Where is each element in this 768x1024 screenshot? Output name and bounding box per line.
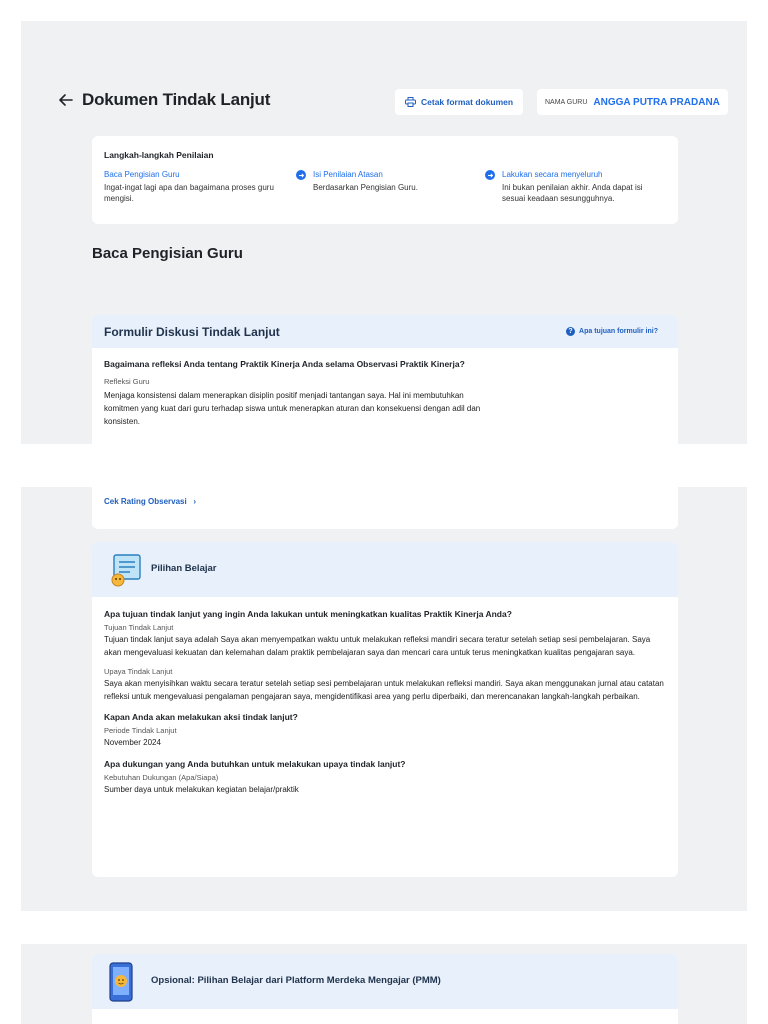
effort-label: Upaya Tindak Lanjut xyxy=(104,667,173,676)
mobile-app-icon xyxy=(109,962,133,1002)
support-answer: Sumber daya untuk melakukan kegiatan bel… xyxy=(104,784,299,794)
question-icon: ? xyxy=(566,327,576,336)
support-question: Apa dukungan yang Anda butuhkan untuk me… xyxy=(104,758,406,769)
check-rating-label: Cek Rating Observasi xyxy=(104,497,187,506)
pmm-card: Opsional: Pilihan Belajar dari Platform … xyxy=(92,954,678,1024)
form-header: Formulir Diskusi Tindak Lanjut ? Apa tuj… xyxy=(92,315,678,348)
form-title: Formulir Diskusi Tindak Lanjut xyxy=(104,325,280,339)
print-document-button[interactable]: Cetak format dokumen xyxy=(395,89,524,115)
learning-options-header: Pilihan Belajar xyxy=(92,542,678,597)
pmm-panel: Opsional: Pilihan Belajar dari Platform … xyxy=(21,944,747,1024)
goal-answer: Tujuan tindak lanjut saya adalah Saya ak… xyxy=(104,635,651,657)
goal-question: Apa tujuan tindak lanjut yang ingin Anda… xyxy=(104,609,512,619)
assessment-steps-card: Langkah-langkah Penilaian Baca Pengisian… xyxy=(92,136,678,224)
learning-options-card: Pilihan Belajar Apa tujuan tindak lanjut… xyxy=(92,542,678,877)
period-answer: November 2024 xyxy=(104,738,161,747)
teacher-name: ANGGA PUTRA PRADANA xyxy=(593,96,720,108)
form-help-label: Apa tujuan formulir ini? xyxy=(579,328,658,335)
learning-options-title: Pilihan Belajar xyxy=(151,563,217,574)
step-2: Isi Penilaian Atasan Berdasarkan Pengisi… xyxy=(296,170,489,193)
print-document-label: Cetak format dokumen xyxy=(421,97,514,107)
chevron-right-icon: › xyxy=(188,497,197,506)
follow-up-form-card: Formulir Diskusi Tindak Lanjut ? Apa tuj… xyxy=(92,315,678,444)
learning-panel: Cek Rating Observasi › Pilihan Belajar A… xyxy=(21,487,747,911)
reflection-label: Refleksi Guru xyxy=(104,377,150,386)
reflection-question-block: Bagaimana refleksi Anda tentang Praktik … xyxy=(104,359,484,428)
steps-title: Langkah-langkah Penilaian xyxy=(104,150,214,160)
step-3-description: Ini bukan penilaian akhir. Anda dapat is… xyxy=(502,183,643,203)
page-title: Dokumen Tindak Lanjut xyxy=(82,90,271,109)
pmm-title: Opsional: Pilihan Belajar dari Platform … xyxy=(151,975,441,986)
rating-card: Cek Rating Observasi › xyxy=(92,487,678,529)
step-3: Lakukan secara menyeluruh Ini bukan peni… xyxy=(485,170,667,204)
printer-icon xyxy=(405,97,416,107)
arrow-circle-icon xyxy=(485,170,495,180)
learning-options-body: Apa tujuan tindak lanjut yang ingin Anda… xyxy=(104,609,664,796)
check-rating-link[interactable]: Cek Rating Observasi › xyxy=(104,497,196,506)
pmm-header: Opsional: Pilihan Belajar dari Platform … xyxy=(92,954,678,1009)
step-1-description: Ingat-ingat lagi apa dan bagaimana prose… xyxy=(104,183,274,203)
step-3-link[interactable]: Lakukan secara menyeluruh xyxy=(502,170,667,179)
teacher-info: NAMA GURU ANGGA PUTRA PRADANA xyxy=(537,89,728,115)
reflection-question: Bagaimana refleksi Anda tentang Praktik … xyxy=(104,359,465,369)
period-label: Periode Tindak Lanjut xyxy=(104,726,177,735)
support-label: Kebutuhan Dukungan (Apa/Siapa) xyxy=(104,772,219,782)
period-question: Kapan Anda akan melakukan aksi tindak la… xyxy=(104,712,298,722)
effort-answer: Saya akan menyisihkan waktu secara terat… xyxy=(104,679,664,701)
arrow-circle-icon xyxy=(296,170,306,180)
section-title: Baca Pengisian Guru xyxy=(92,245,243,262)
form-help-link[interactable]: ? Apa tujuan formulir ini? xyxy=(566,327,658,336)
step-1-link[interactable]: Baca Pengisian Guru xyxy=(104,170,280,179)
header-panel: Dokumen Tindak Lanjut Cetak format dokum… xyxy=(21,21,747,444)
step-1: Baca Pengisian Guru Ingat-ingat lagi apa… xyxy=(104,170,280,204)
teacher-label: NAMA GURU xyxy=(545,98,588,106)
reflection-answer: Menjaga konsistensi dalam menerapkan dis… xyxy=(104,391,481,426)
step-2-description: Berdasarkan Pengisian Guru. xyxy=(313,183,418,192)
certificate-icon xyxy=(111,554,141,587)
step-2-link[interactable]: Isi Penilaian Atasan xyxy=(313,170,489,179)
back-arrow-icon[interactable] xyxy=(57,91,75,109)
goal-label: Tujuan Tindak Lanjut xyxy=(104,623,174,632)
